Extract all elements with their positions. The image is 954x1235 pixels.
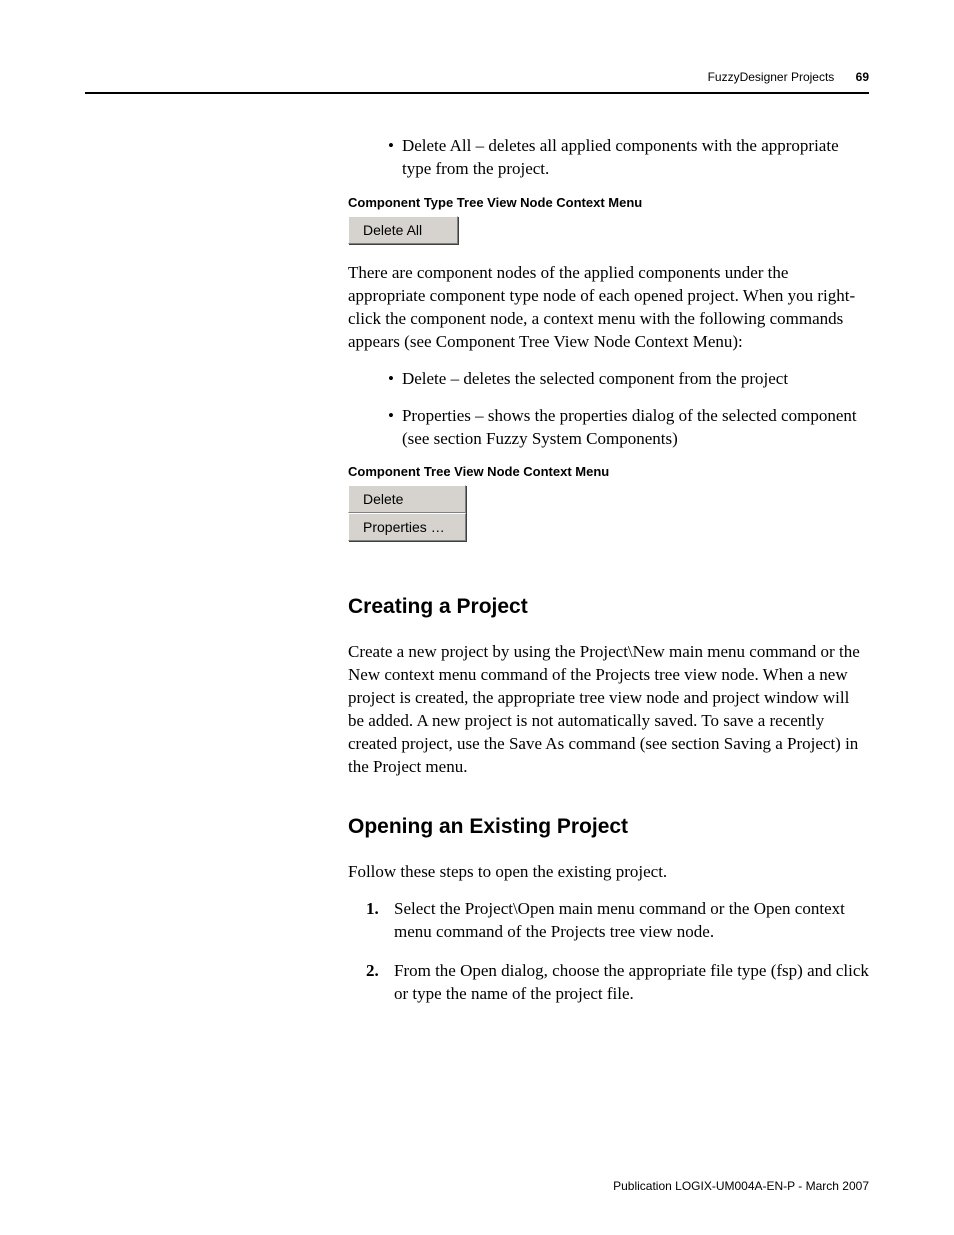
paragraph: There are component nodes of the applied…	[348, 262, 869, 354]
bullet-item: Delete – deletes the selected component …	[348, 368, 869, 391]
menu-item-delete[interactable]: Delete	[348, 485, 466, 513]
page-header: FuzzyDesigner Projects 69	[708, 70, 869, 84]
page-number: 69	[856, 70, 869, 84]
main-content: Delete All – deletes all applied compone…	[348, 135, 869, 1022]
figure-caption: Component Type Tree View Node Context Me…	[348, 195, 869, 210]
section-heading-opening: Opening an Existing Project	[348, 815, 869, 839]
page-footer: Publication LOGIX-UM004A-EN-P - March 20…	[613, 1179, 869, 1193]
figure-caption: Component Tree View Node Context Menu	[348, 464, 869, 479]
paragraph: Follow these steps to open the existing …	[348, 861, 869, 884]
bullet-list-commands: Delete – deletes the selected component …	[348, 368, 869, 451]
bullet-item: Delete All – deletes all applied compone…	[348, 135, 869, 181]
step-item: From the Open dialog, choose the appropr…	[348, 960, 869, 1006]
bullet-list-delete-all: Delete All – deletes all applied compone…	[348, 135, 869, 181]
step-item: Select the Project\Open main menu comman…	[348, 898, 869, 944]
menu-item-delete-all[interactable]: Delete All	[348, 216, 458, 244]
header-title: FuzzyDesigner Projects	[708, 70, 835, 84]
section-heading-creating: Creating a Project	[348, 595, 869, 619]
bullet-item: Properties – shows the properties dialog…	[348, 405, 869, 451]
numbered-steps: Select the Project\Open main menu comman…	[348, 898, 869, 1006]
context-menu-component-node: Delete Properties …	[348, 485, 466, 541]
menu-item-properties[interactable]: Properties …	[348, 513, 466, 541]
header-rule	[85, 92, 869, 94]
context-menu-type-node: Delete All	[348, 216, 458, 244]
paragraph: Create a new project by using the Projec…	[348, 641, 869, 779]
